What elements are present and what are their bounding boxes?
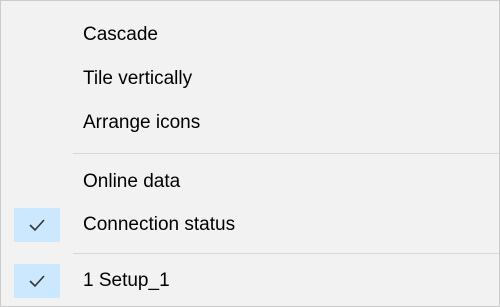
menu-item-cascade[interactable]: Cascade xyxy=(1,13,499,57)
menu-item-label: Online data xyxy=(83,171,181,192)
window-menu: Cascade Tile vertically Arrange icons On… xyxy=(0,0,500,307)
menu-item-online-data[interactable]: Online data xyxy=(1,160,499,204)
menu-item-arrange-icons[interactable]: Arrange icons xyxy=(1,101,499,145)
menu-separator xyxy=(73,153,499,154)
menu-separator xyxy=(73,253,499,254)
checkmark-icon xyxy=(29,275,45,288)
menu-item-tile-vertically[interactable]: Tile vertically xyxy=(1,57,499,101)
menu-item-label: Tile vertically xyxy=(83,68,193,89)
checkmark-box xyxy=(14,264,60,298)
checkmark-box xyxy=(14,208,60,242)
menu-item-label: Connection status xyxy=(83,214,236,235)
checkmark-icon xyxy=(29,219,45,232)
menu-item-setup-1[interactable]: 1 Setup_1 xyxy=(1,259,499,303)
menu-item-connection-status[interactable]: Connection status xyxy=(1,203,499,247)
menu-item-label: Arrange icons xyxy=(83,112,201,133)
menu-item-label: 1 Setup_1 xyxy=(83,270,170,291)
menu-item-label: Cascade xyxy=(83,24,158,45)
